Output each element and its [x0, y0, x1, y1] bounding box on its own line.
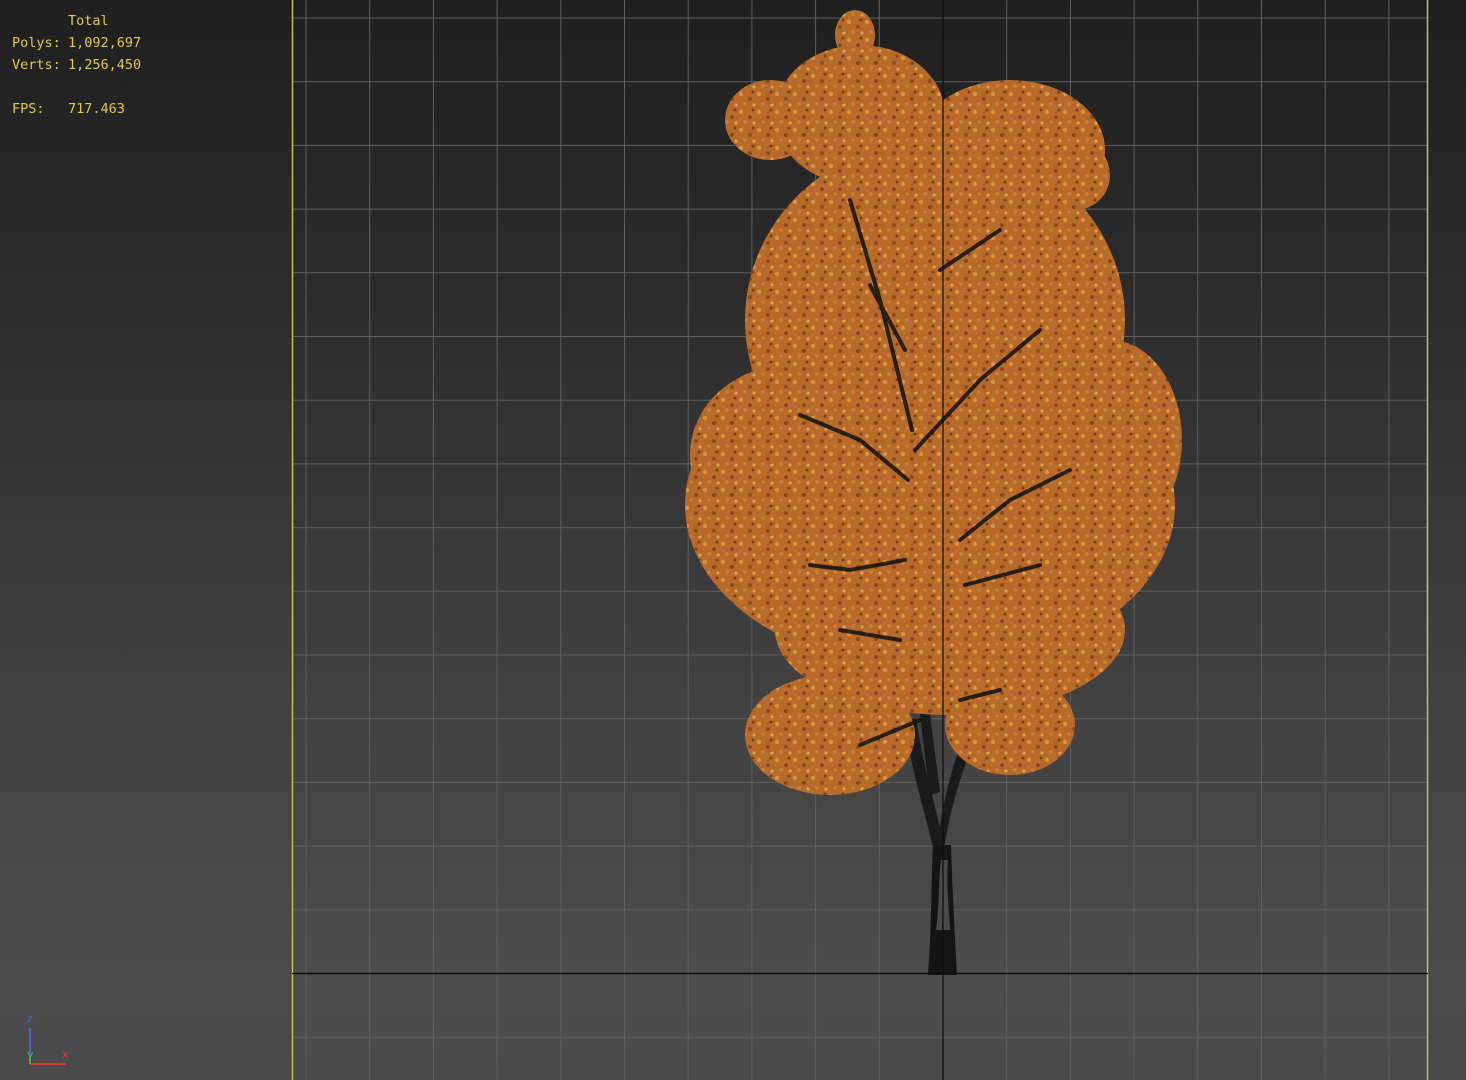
verts-value: 1,256,450: [68, 57, 142, 73]
stats-header: Total: [68, 13, 109, 29]
fps-value: 717.463: [68, 101, 125, 117]
polys-label: Polys:: [12, 35, 61, 51]
fps-label: FPS:: [12, 101, 45, 117]
xyz-axis-tripod-icon: z y x: [22, 1008, 78, 1072]
gizmo-z-label: z: [27, 1012, 33, 1025]
polys-value: 1,092,697: [68, 35, 142, 51]
tree-model[interactable]: [685, 10, 1182, 975]
tree-canopy: [685, 10, 1182, 795]
gizmo-x-label: x: [62, 1048, 69, 1061]
verts-label: Verts:: [12, 57, 61, 73]
viewport-front[interactable]: Total Polys: 1,092,697 Verts: 1,256,450 …: [0, 0, 1466, 1080]
gizmo-y-label: y: [27, 1048, 34, 1061]
viewport-scene: [291, 0, 1429, 1080]
